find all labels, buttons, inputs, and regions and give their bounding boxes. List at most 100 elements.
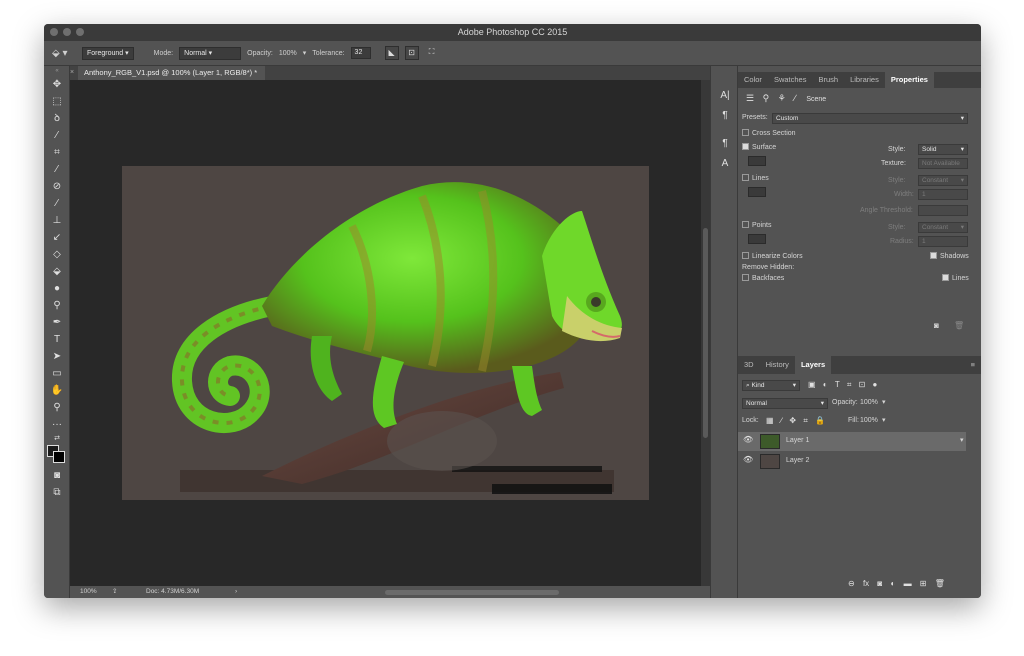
anti-alias-icon[interactable]: ◣ [384, 46, 399, 60]
tab-3d[interactable]: 3D [738, 356, 760, 374]
screen-mode-icon[interactable]: ⧉ [44, 484, 70, 501]
tab-libraries[interactable]: Libraries [844, 72, 885, 88]
visibility-eye-icon[interactable]: 👁 [743, 435, 753, 444]
cap-icon[interactable]: ⚘ [778, 93, 786, 103]
background-color-swatch[interactable] [53, 451, 65, 463]
paint-bucket-preset-icon[interactable]: ⬙ ▾ [52, 48, 76, 59]
move-tool-icon[interactable]: ✥ [44, 76, 70, 93]
canvas-area[interactable] [70, 80, 701, 586]
tab-swatches[interactable]: Swatches [768, 72, 813, 88]
share-icon[interactable]: ⇪ [112, 586, 117, 598]
width-field[interactable]: 1 [918, 189, 968, 200]
eraser-tool-icon[interactable]: ◇ [44, 246, 70, 263]
close-window-button[interactable] [50, 28, 58, 36]
presets-select[interactable]: Custom ▾ [772, 113, 968, 124]
points-color-swatch[interactable] [748, 234, 766, 244]
type-filter-icon[interactable]: T [835, 380, 840, 389]
contiguous-icon[interactable]: ⊡ [404, 46, 419, 60]
filter-toggle-icon[interactable]: ● [873, 380, 878, 389]
tab-properties[interactable]: Properties [884, 72, 934, 88]
cross-section-row[interactable]: Cross Section [742, 128, 796, 140]
all-layers-icon[interactable]: ⛶ [425, 46, 439, 60]
adjustment-layer-icon[interactable]: ◐ [890, 579, 895, 588]
delete-properties-icon[interactable]: 🗑 [954, 320, 964, 332]
surface-style-select[interactable]: Solid ▾ [918, 144, 968, 155]
marquee-tool-icon[interactable]: ⬚ [44, 93, 70, 110]
scene-label[interactable]: Scene [806, 96, 826, 103]
layer-mask-icon[interactable]: ◙ [877, 579, 882, 588]
points-style-select[interactable]: Constant ▾ [918, 222, 968, 233]
opacity-chevron-icon[interactable]: ▾ [303, 49, 307, 57]
layer-1-name[interactable]: Layer 1 [786, 437, 809, 444]
status-menu-chevron-icon[interactable]: › [235, 586, 237, 598]
character-panel-icon[interactable]: A| [711, 86, 739, 106]
swap-colors-icon[interactable]: ⇄ [44, 433, 70, 445]
history-brush-tool-icon[interactable]: ↙ [44, 229, 70, 246]
paragraph-styles-icon[interactable]: ¶ [711, 134, 739, 154]
path-selection-tool-icon[interactable]: ➤ [44, 348, 70, 365]
tolerance-input[interactable]: 32 [350, 47, 371, 59]
quick-selection-tool-icon[interactable]: ⁄ [44, 127, 70, 144]
lock-position-icon[interactable]: ✥ [789, 416, 796, 425]
edit-toolbar-icon[interactable]: ··· [44, 416, 70, 433]
new-group-icon[interactable]: ▬ [904, 579, 912, 588]
link-layers-icon[interactable]: ⊖ [848, 579, 855, 588]
texture-select[interactable]: Not Available [918, 158, 968, 169]
new-layer-icon[interactable]: ⊞ [920, 579, 927, 588]
crop-tool-icon[interactable]: ⌗ [44, 144, 70, 161]
zoom-level[interactable]: 100% [80, 586, 97, 598]
pixel-filter-icon[interactable]: ▣ [808, 380, 816, 389]
layer-style-icon[interactable]: fx [863, 579, 869, 588]
clone-stamp-tool-icon[interactable]: ⊥ [44, 212, 70, 229]
layer-opacity-value[interactable]: 100% [860, 397, 878, 409]
backfaces-checkbox[interactable] [742, 274, 749, 281]
character-styles-icon[interactable]: A [711, 154, 739, 174]
blur-tool-icon[interactable]: ● [44, 280, 70, 297]
eyedropper-tool-icon[interactable]: ⁄ [44, 161, 70, 178]
layer-2-name[interactable]: Layer 2 [786, 457, 809, 464]
mode-select[interactable]: Normal ▾ [179, 46, 242, 60]
dodge-tool-icon[interactable]: ⚲ [44, 297, 70, 314]
layer-row-layer-2[interactable]: 👁 Layer 2 [738, 452, 966, 471]
surface-color-swatch[interactable] [748, 156, 766, 166]
surface-checkbox[interactable] [742, 143, 749, 150]
vertical-scrollbar[interactable] [701, 80, 710, 586]
layer-kind-filter[interactable]: ⌕ Kind ▾ [742, 380, 800, 391]
zoom-window-button[interactable] [76, 28, 84, 36]
render-icon[interactable]: ◙ [934, 320, 939, 332]
blend-mode-select[interactable]: Normal ▾ [742, 398, 828, 409]
lines-color-swatch[interactable] [748, 187, 766, 197]
layer-1-expand-icon[interactable]: ▾ [960, 436, 964, 444]
3d-tool-icon[interactable]: ✋ [44, 382, 70, 399]
lock-transparent-icon[interactable]: ▦ [766, 416, 774, 425]
opacity-value[interactable]: 100% [279, 50, 297, 57]
radius-field[interactable]: 1 [918, 236, 968, 247]
collapse-tools-icon[interactable]: « [44, 66, 70, 76]
type-tool-icon[interactable]: T [44, 331, 70, 348]
tab-layers[interactable]: Layers [794, 356, 832, 374]
quick-mask-icon[interactable]: ◙ [44, 467, 70, 484]
lock-artboard-icon[interactable]: ⌗ [803, 416, 808, 425]
lines-hidden-row[interactable]: Lines [942, 273, 969, 285]
lines-hidden-checkbox[interactable] [942, 274, 949, 281]
angle-threshold-field[interactable] [918, 205, 968, 216]
deformation-icon[interactable]: ⚲ [763, 93, 770, 103]
close-tab-icon[interactable]: × [70, 66, 74, 80]
smart-object-filter-icon[interactable]: ⊡ [859, 380, 866, 389]
surface-row[interactable]: Surface [742, 142, 776, 154]
layer-opacity-chevron-icon[interactable]: ▾ [882, 397, 886, 409]
vertical-scroll-thumb[interactable] [703, 228, 708, 438]
lock-all-icon[interactable]: 🔒 [815, 416, 825, 425]
filter-mesh-icon[interactable]: ☰ [746, 93, 754, 103]
cross-section-checkbox[interactable] [742, 129, 749, 136]
delete-layer-icon[interactable]: 🗑 [935, 579, 945, 588]
tab-history[interactable]: History [760, 356, 795, 374]
fill-chevron-icon[interactable]: ▾ [882, 415, 886, 427]
points-checkbox[interactable] [742, 221, 749, 228]
shadows-checkbox[interactable] [930, 252, 937, 259]
shadows-row[interactable]: Shadows [930, 251, 969, 263]
minimize-window-button[interactable] [63, 28, 71, 36]
lines-style-select[interactable]: Constant ▾ [918, 175, 968, 186]
horizontal-scroll-thumb[interactable] [385, 590, 559, 595]
healing-brush-tool-icon[interactable]: ⊘ [44, 178, 70, 195]
